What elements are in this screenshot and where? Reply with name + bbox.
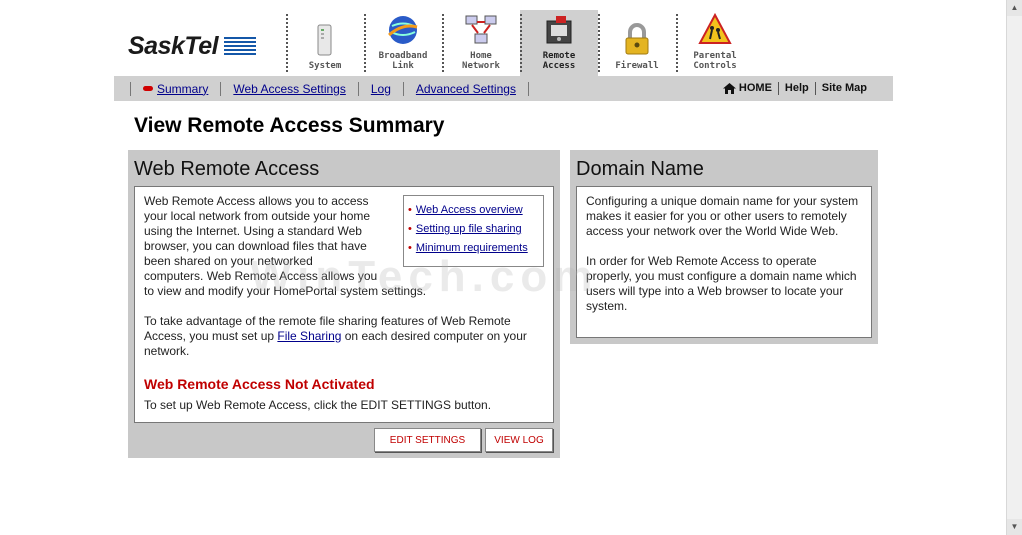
tab-firewall[interactable]: Firewall — [598, 10, 676, 76]
subnav-web-access-settings[interactable]: Web Access Settings — [220, 81, 358, 96]
intro-line: to view and modify your HomePortal syste… — [144, 284, 427, 298]
domain-name-body: Configuring a unique domain name for you… — [576, 186, 872, 338]
intro-line: Web Remote Access allows you to access — [144, 194, 369, 208]
remote-access-icon — [546, 16, 572, 44]
bullet-icon: • — [408, 204, 412, 216]
domain-name-panel: Domain Name Configuring a unique domain … — [570, 150, 878, 344]
link-web-access-overview[interactable]: • Web Access overview — [408, 201, 539, 220]
link-label: Setting up file sharing — [415, 223, 522, 235]
subnav-summary[interactable]: Summary — [130, 81, 220, 96]
subnav-summary-label: Summary — [157, 81, 209, 96]
web-remote-access-body: Web Remote Access allows you to access y… — [134, 186, 554, 423]
page: SaskTel System Broadband Link Home Netwo… — [0, 0, 1022, 535]
subnav-advanced-settings[interactable]: Advanced Settings — [402, 81, 529, 96]
logo-text: SaskTel — [128, 32, 219, 60]
tab-parental-label-1: Parental — [693, 51, 737, 61]
scroll-up-arrow-icon[interactable]: ▲ — [1007, 0, 1022, 16]
tab-home-label-2: Network — [462, 61, 500, 71]
tab-remote-access[interactable]: Remote Access — [520, 10, 598, 76]
tab-broadband-label-2: Link — [392, 61, 414, 71]
view-log-button[interactable]: VIEW LOG — [485, 428, 553, 452]
status-text: Web Remote Access Not Activated — [144, 376, 375, 392]
subnav-links: Summary Web Access Settings Log Advanced… — [130, 76, 529, 101]
tab-broadband-link[interactable]: Broadband Link — [364, 10, 442, 76]
tab-parental-controls[interactable]: Parental Controls — [676, 10, 754, 76]
domain-name-title: Domain Name — [576, 158, 704, 180]
intro-line: computers. Web Remote Access allows you — [144, 269, 378, 283]
bullet-icon: • — [408, 223, 412, 235]
scroll-down-arrow-icon[interactable]: ▼ — [1007, 519, 1022, 535]
padlock-icon — [625, 23, 649, 55]
link-minimum-requirements[interactable]: • Minimum requirements — [408, 239, 539, 258]
network-computers-icon — [465, 15, 497, 44]
tab-home-label-1: Home — [470, 51, 492, 61]
logo-stripes-icon — [224, 36, 257, 57]
header: SaskTel System Broadband Link Home Netwo… — [128, 10, 893, 76]
subnav-bar: Summary Web Access Settings Log Advanced… — [114, 76, 893, 101]
page-title: View Remote Access Summary — [134, 114, 445, 137]
tab-home-network[interactable]: Home Network — [442, 10, 520, 76]
tab-broadband-label-1: Broadband — [378, 51, 428, 61]
link-label: Minimum requirements — [415, 242, 528, 254]
link-label: Web Access overview — [415, 204, 523, 216]
tab-firewall-label: Firewall — [615, 61, 659, 71]
home-link[interactable]: HOME — [717, 82, 778, 95]
active-indicator-icon — [143, 86, 153, 91]
web-remote-access-title: Web Remote Access — [134, 158, 320, 180]
domain-paragraph-1: Configuring a unique domain name for you… — [586, 194, 859, 238]
intro-text: Web Remote Access allows you to access y… — [144, 194, 427, 299]
help-links-box: • Web Access overview • Setting up file sh… — [403, 195, 544, 267]
instructions-text: To set up Web Remote Access, click the E… — [144, 398, 492, 412]
tab-parental-label-2: Controls — [693, 61, 737, 71]
file-sharing-paragraph: To take advantage of the remote file sha… — [144, 314, 544, 359]
intro-line: browser, you can download files that hav… — [144, 239, 367, 253]
main-nav: System Broadband Link Home Network Remot… — [286, 10, 754, 76]
edit-settings-button[interactable]: EDIT SETTINGS — [374, 428, 481, 452]
intro-line: your local network from outside your hom… — [144, 209, 371, 223]
site-map-link[interactable]: Site Map — [814, 82, 873, 95]
home-link-label: HOME — [738, 82, 772, 94]
tab-system-label: System — [308, 61, 342, 71]
tab-system[interactable]: System — [286, 10, 364, 76]
system-tower-icon — [317, 24, 332, 56]
intro-line: been shared on your networked — [144, 254, 313, 268]
intro-line: using the Internet. Using a standard Web — [144, 224, 362, 238]
link-setting-up-file-sharing[interactable]: • Setting up file sharing — [408, 220, 539, 239]
file-sharing-link[interactable]: File Sharing — [277, 329, 341, 343]
subnav-log[interactable]: Log — [357, 81, 403, 96]
help-link[interactable]: Help — [777, 82, 815, 95]
web-remote-access-panel: Web Remote Access Web Remote Access allo… — [128, 150, 560, 458]
tab-remote-label-1: Remote — [542, 51, 576, 61]
tab-remote-label-2: Access — [542, 61, 576, 71]
bullet-icon: • — [408, 242, 412, 254]
vertical-scrollbar[interactable]: ▲ ▼ — [1006, 0, 1022, 535]
utility-links: HOME Help Site Map — [717, 76, 873, 101]
domain-paragraph-2: In order for Web Remote Access to operat… — [586, 254, 857, 313]
globe-icon — [388, 16, 418, 44]
warning-sign-icon — [698, 13, 732, 44]
sasktel-logo[interactable]: SaskTel — [128, 32, 257, 61]
home-icon — [722, 83, 736, 94]
